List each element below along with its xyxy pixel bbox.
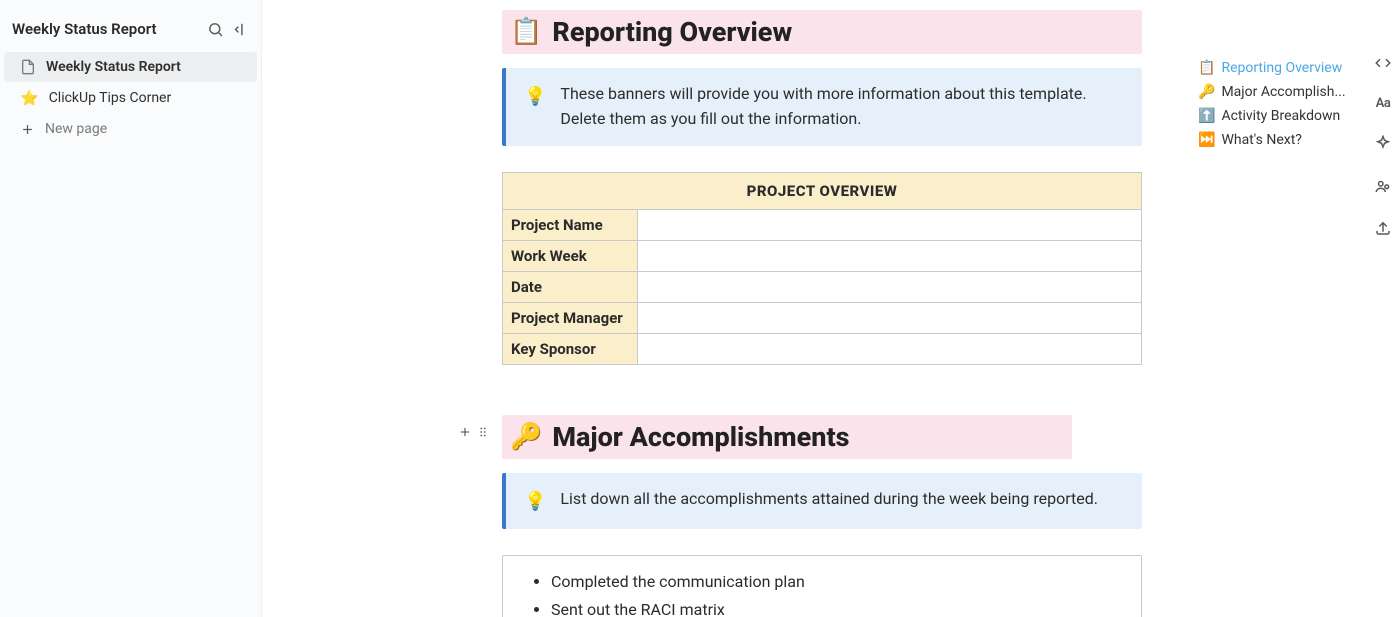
row-value[interactable] <box>638 240 1142 271</box>
next-track-icon: ⏭️ <box>1198 132 1215 148</box>
document-canvas: 📋 Reporting Overview 💡 These banners wil… <box>262 0 1400 617</box>
banner-text: List down all the accomplishments attain… <box>560 487 1098 516</box>
toc-label: Activity Breakdown <box>1221 108 1340 124</box>
table-row[interactable]: Date <box>503 271 1142 302</box>
lightbulb-icon: 💡 <box>524 488 546 516</box>
collapse-sidebar-icon[interactable] <box>232 21 249 38</box>
toc-item-whats-next[interactable]: ⏭️ What's Next? <box>1198 128 1348 152</box>
info-banner[interactable]: 💡 List down all the accomplishments atta… <box>502 473 1142 530</box>
toc-label: Major Accomplish... <box>1221 84 1345 100</box>
sidebar-item-label: Weekly Status Report <box>46 59 181 75</box>
toc-label: Reporting Overview <box>1221 60 1342 76</box>
list-item[interactable]: Sent out the RACI matrix <box>551 596 1123 617</box>
row-label: Project Name <box>503 209 638 240</box>
typography-icon[interactable]: Aa <box>1374 96 1392 111</box>
clipboard-icon: 📋 <box>510 17 542 47</box>
key-icon: 🔑 <box>510 422 542 452</box>
heading-reporting-overview: 📋 Reporting Overview <box>502 10 1142 54</box>
heading-block-reporting-overview[interactable]: 📋 Reporting Overview <box>502 10 1142 54</box>
right-tool-rail: Aa <box>1374 54 1392 237</box>
table-row[interactable]: Work Week <box>503 240 1142 271</box>
row-value[interactable] <box>638 333 1142 364</box>
row-value[interactable] <box>638 302 1142 333</box>
sidebar-item-weekly-status-report[interactable]: Weekly Status Report <box>4 52 257 82</box>
row-label: Date <box>503 271 638 302</box>
row-value[interactable] <box>638 209 1142 240</box>
accomplishments-list[interactable]: Completed the communication plan Sent ou… <box>502 555 1142 617</box>
heading-block-major-accomplishments[interactable]: 🔑 Major Accomplishments <box>502 415 1142 459</box>
row-label: Work Week <box>503 240 638 271</box>
plus-icon <box>20 122 35 137</box>
key-icon: 🔑 <box>1198 84 1215 100</box>
project-overview-table[interactable]: PROJECT OVERVIEW Project Name Work Week … <box>502 172 1142 365</box>
sidebar-header: Weekly Status Report <box>0 14 261 52</box>
sidebar-item-label: ClickUp Tips Corner <box>49 90 172 106</box>
drag-handle-icon[interactable] <box>476 425 490 439</box>
table-row[interactable]: Project Name <box>503 209 1142 240</box>
heading-major-accomplishments: 🔑 Major Accomplishments <box>502 415 1072 459</box>
up-arrow-icon: ⬆️ <box>1198 108 1215 124</box>
sidebar: Weekly Status Report Weekly Status Repor… <box>0 0 262 617</box>
toc-item-activity-breakdown[interactable]: ⬆️ Activity Breakdown <box>1198 104 1348 128</box>
lightbulb-icon: 💡 <box>524 83 546 132</box>
add-block-icon[interactable] <box>458 425 472 439</box>
search-icon[interactable] <box>207 21 224 38</box>
toc-item-major-accomplishments[interactable]: 🔑 Major Accomplish... <box>1198 80 1348 104</box>
document-body[interactable]: 📋 Reporting Overview 💡 These banners wil… <box>502 10 1142 617</box>
share-icon[interactable] <box>1374 219 1392 237</box>
row-value[interactable] <box>638 271 1142 302</box>
info-banner[interactable]: 💡 These banners will provide you with mo… <box>502 68 1142 146</box>
table-row[interactable]: Project Manager <box>503 302 1142 333</box>
new-page-button[interactable]: New page <box>0 114 261 144</box>
workspace-title: Weekly Status Report <box>12 20 199 38</box>
heading-text: Major Accomplishments <box>552 421 849 453</box>
new-page-label: New page <box>45 121 107 137</box>
document-icon <box>20 59 36 75</box>
row-label: Key Sponsor <box>503 333 638 364</box>
list-item[interactable]: Completed the communication plan <box>551 568 1123 595</box>
table-of-contents: 📋 Reporting Overview 🔑 Major Accomplish.… <box>1198 56 1348 152</box>
toc-label: What's Next? <box>1221 132 1301 148</box>
star-icon: ⭐ <box>20 89 39 107</box>
page-width-icon[interactable] <box>1374 54 1392 72</box>
collaborators-icon[interactable] <box>1374 177 1392 195</box>
toc-item-reporting-overview[interactable]: 📋 Reporting Overview <box>1198 56 1348 80</box>
clipboard-icon: 📋 <box>1198 60 1215 76</box>
table-title: PROJECT OVERVIEW <box>503 172 1142 209</box>
block-controls <box>458 425 490 439</box>
row-label: Project Manager <box>503 302 638 333</box>
heading-text: Reporting Overview <box>552 16 792 48</box>
table-row[interactable]: Key Sponsor <box>503 333 1142 364</box>
ai-icon[interactable] <box>1374 135 1392 153</box>
banner-text: These banners will provide you with more… <box>560 82 1124 132</box>
sidebar-item-clickup-tips-corner[interactable]: ⭐ ClickUp Tips Corner <box>0 82 261 114</box>
